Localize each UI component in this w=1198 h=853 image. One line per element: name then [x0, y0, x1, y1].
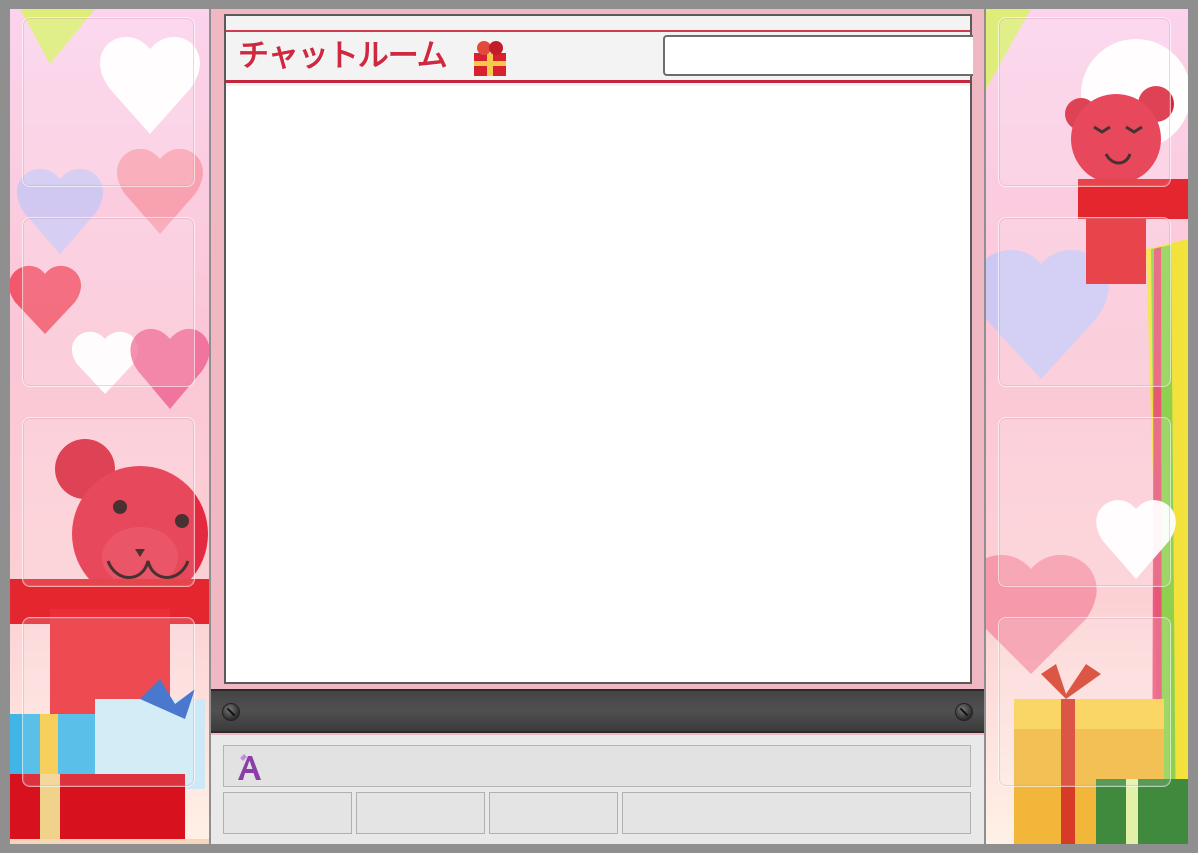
divider-bar: [211, 689, 984, 733]
left-slot-2: [22, 217, 195, 387]
right-decor-panel: [986, 9, 1188, 844]
gift-icon: [474, 41, 506, 76]
right-slot-4: [998, 617, 1171, 787]
left-slot-3: [22, 417, 195, 587]
composer-button-1[interactable]: [223, 792, 352, 834]
screw-icon: [955, 703, 973, 721]
room-name-input[interactable]: [663, 35, 973, 76]
right-slot-1: [998, 17, 1171, 187]
right-slot-2: [998, 217, 1171, 387]
header-top-line: [226, 30, 970, 32]
font-style-icon[interactable]: [234, 752, 264, 784]
screw-icon: [222, 703, 240, 721]
composer-button-3[interactable]: [489, 792, 618, 834]
left-slot-4: [22, 617, 195, 787]
header-bottom-line: [226, 80, 970, 83]
composer-button-4[interactable]: [622, 792, 971, 834]
page-title: チャットルーム: [238, 38, 448, 74]
chat-main-panel: チャットルーム: [211, 9, 984, 844]
app-window: チャットルーム: [0, 0, 1198, 853]
composer-area: [211, 735, 984, 844]
chat-box: チャットルーム: [224, 14, 973, 684]
right-slot-3: [998, 417, 1171, 587]
message-input[interactable]: [272, 749, 966, 783]
composer-button-2[interactable]: [356, 792, 485, 834]
chat-header: チャットルーム: [226, 16, 973, 86]
left-slot-1: [22, 17, 195, 187]
message-input-box: [223, 745, 971, 787]
left-decor-panel: [10, 9, 209, 844]
chat-log[interactable]: [226, 86, 970, 682]
